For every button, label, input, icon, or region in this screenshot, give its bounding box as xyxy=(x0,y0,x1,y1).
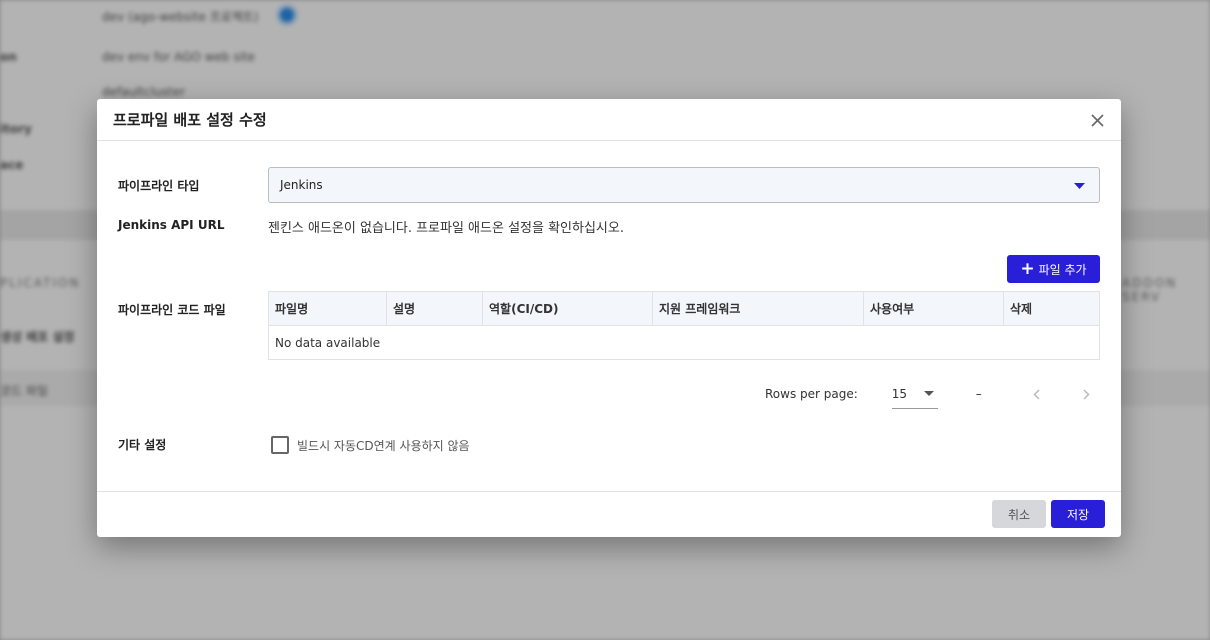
dialog-title: 프로파일 배포 설정 수정 xyxy=(113,111,267,129)
caret-down-icon xyxy=(1074,183,1085,189)
prev-page-button[interactable] xyxy=(1022,379,1052,409)
code-file-table: 파일명 설명 역할(CI/CD) 지원 프레임워크 사용여부 삭제 No dat… xyxy=(268,291,1100,360)
other-settings-label: 기타 설정 xyxy=(118,438,167,452)
column-header-filename[interactable]: 파일명 xyxy=(268,291,387,326)
dialog-header: 프로파일 배포 설정 수정 xyxy=(97,99,1121,141)
code-file-row: 파이프라인 코드 파일 xyxy=(118,301,268,318)
pipeline-type-row: 파이프라인 타입 xyxy=(118,177,268,194)
table-empty-message: No data available xyxy=(268,325,1100,360)
rows-per-page-select[interactable]: 15 xyxy=(891,379,938,409)
column-header-framework[interactable]: 지원 프레임워크 xyxy=(652,291,864,326)
add-file-label: 파일 추가 xyxy=(1038,262,1087,277)
table-pagination: Rows per page: 15 – xyxy=(765,379,1102,409)
column-header-description[interactable]: 설명 xyxy=(386,291,483,326)
pipeline-type-value: Jenkins xyxy=(280,178,323,192)
pipeline-type-label: 파이프라인 타입 xyxy=(118,179,200,193)
auto-cd-option[interactable]: 빌드시 자동CD연계 사용하지 않음 xyxy=(271,436,470,454)
chevron-right-icon xyxy=(1083,388,1090,400)
column-header-enabled[interactable]: 사용여부 xyxy=(863,291,1004,326)
code-file-label: 파이프라인 코드 파일 xyxy=(118,303,226,317)
rows-per-page-label: Rows per page: xyxy=(765,387,858,401)
dialog-footer: 취소 저장 xyxy=(97,491,1121,537)
profile-deploy-settings-dialog: 프로파일 배포 설정 수정 파이프라인 타입 Jenkins Jenkins A… xyxy=(97,99,1121,537)
close-button[interactable] xyxy=(1087,110,1107,130)
close-icon xyxy=(1090,113,1104,127)
save-button[interactable]: 저장 xyxy=(1051,500,1105,528)
api-url-label: Jenkins API URL xyxy=(118,218,225,232)
auto-cd-checkbox-label[interactable]: 빌드시 자동CD연계 사용하지 않음 xyxy=(297,437,470,454)
page-range: – xyxy=(975,387,982,401)
rows-per-page-value: 15 xyxy=(891,386,908,401)
pipeline-type-select[interactable]: Jenkins xyxy=(268,167,1100,203)
cancel-button[interactable]: 취소 xyxy=(992,500,1046,528)
column-header-delete[interactable]: 삭제 xyxy=(1003,291,1100,326)
table-header-row: 파일명 설명 역할(CI/CD) 지원 프레임워크 사용여부 삭제 xyxy=(268,291,1100,326)
chevron-left-icon xyxy=(1033,388,1040,400)
other-settings-row: 기타 설정 xyxy=(118,436,268,453)
plus-icon: + xyxy=(1020,258,1035,279)
next-page-button[interactable] xyxy=(1072,379,1102,409)
api-url-message: 젠킨스 애드온이 없습니다. 프로파일 애드온 설정을 확인하십시오. xyxy=(268,221,624,236)
auto-cd-checkbox[interactable] xyxy=(271,436,289,454)
caret-down-icon xyxy=(923,391,934,396)
table-row: No data available xyxy=(268,325,1100,360)
add-file-button[interactable]: + 파일 추가 xyxy=(1007,255,1100,283)
column-header-role[interactable]: 역할(CI/CD) xyxy=(482,291,653,326)
api-url-row: Jenkins API URL xyxy=(118,218,268,232)
